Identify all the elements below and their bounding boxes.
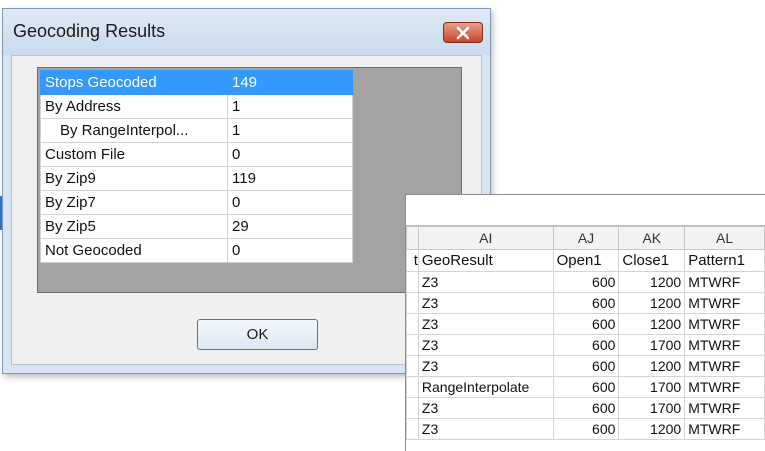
- table-cell[interactable]: Z3: [417, 334, 554, 356]
- table-cell[interactable]: MTWRF: [684, 376, 765, 398]
- table-cell[interactable]: MTWRF: [684, 313, 765, 335]
- table-cell[interactable]: 600: [552, 334, 620, 356]
- result-value: 0: [227, 190, 353, 215]
- table-cell[interactable]: 600: [552, 355, 620, 377]
- table-cell[interactable]: 1700: [618, 334, 686, 356]
- column-header-aj[interactable]: AJ: [552, 226, 620, 250]
- spreadsheet-grid: AI AJ AK AL t GeoResult Open1 Close1 Pat…: [406, 226, 765, 440]
- cell-header-pattern1[interactable]: Pattern1: [684, 249, 765, 272]
- cell-header-fragment[interactable]: t: [406, 249, 419, 272]
- table-cell[interactable]: 1700: [618, 397, 686, 419]
- table-cell[interactable]: MTWRF: [684, 292, 765, 314]
- close-icon: [456, 26, 470, 39]
- result-row[interactable]: By RangeInterpol... 1: [40, 118, 353, 143]
- result-label: By Zip7: [40, 190, 228, 215]
- table-cell[interactable]: 600: [552, 397, 620, 419]
- result-value: 0: [227, 238, 353, 263]
- table-row: Z3 600 1700 MTWRF: [406, 334, 765, 356]
- table-cell[interactable]: RangeInterpolate: [417, 376, 554, 398]
- column-header-al[interactable]: AL: [684, 226, 765, 250]
- spreadsheet-table: AI AJ AK AL t GeoResult Open1 Close1 Pat…: [406, 226, 765, 440]
- result-label: Stops Geocoded: [40, 70, 228, 95]
- result-label: By Zip9: [40, 166, 228, 191]
- table-cell[interactable]: 600: [552, 292, 620, 314]
- column-header-ak[interactable]: AK: [618, 226, 686, 250]
- close-button[interactable]: [443, 22, 483, 43]
- column-header-ai[interactable]: AI: [417, 226, 554, 250]
- result-value: 1: [227, 118, 353, 143]
- table-cell[interactable]: MTWRF: [684, 334, 765, 356]
- table-row: Z3 600 1200 MTWRF: [406, 292, 765, 314]
- cell-cut-column[interactable]: [406, 376, 419, 398]
- result-value: 119: [227, 166, 353, 191]
- table-row: Z3 600 1200 MTWRF: [406, 313, 765, 335]
- table-cell[interactable]: 600: [552, 313, 620, 335]
- result-row[interactable]: By Zip7 0: [40, 190, 353, 215]
- dialog-title: Geocoding Results: [13, 21, 166, 41]
- spreadsheet-window: AI AJ AK AL t GeoResult Open1 Close1 Pat…: [405, 194, 765, 451]
- result-label: By RangeInterpol...: [40, 118, 228, 143]
- result-row[interactable]: Not Geocoded 0: [40, 238, 353, 263]
- table-cell[interactable]: Z3: [417, 271, 554, 293]
- result-label: By Address: [40, 94, 228, 119]
- cell-header-georesult[interactable]: GeoResult: [417, 249, 554, 272]
- table-cell[interactable]: 1200: [618, 292, 686, 314]
- cell-cut-column[interactable]: [406, 334, 419, 356]
- cell-cut-column[interactable]: [406, 355, 419, 377]
- column-header-cut[interactable]: [406, 226, 419, 250]
- result-value: 29: [227, 214, 353, 239]
- spreadsheet-toolbar: [406, 195, 765, 226]
- table-row: RangeInterpolate 600 1700 MTWRF: [406, 376, 765, 398]
- field-header-row: t GeoResult Open1 Close1 Pattern1: [406, 249, 765, 272]
- table-cell[interactable]: Z3: [417, 397, 554, 419]
- ok-button[interactable]: OK: [197, 319, 318, 350]
- table-cell[interactable]: 1200: [618, 355, 686, 377]
- results-table: Stops Geocoded 149 By Address 1 By RangeInte…: [40, 70, 353, 263]
- table-cell[interactable]: Z3: [417, 355, 554, 377]
- table-row: Z3 600 1200 MTWRF: [406, 355, 765, 377]
- table-row: Z3 600 1200 MTWRF: [406, 271, 765, 293]
- table-cell[interactable]: 1200: [618, 313, 686, 335]
- result-value: 149: [227, 70, 353, 95]
- cell-header-open1[interactable]: Open1: [552, 249, 620, 272]
- table-cell[interactable]: Z3: [417, 313, 554, 335]
- cell-cut-column[interactable]: [406, 292, 419, 314]
- column-header-row: AI AJ AK AL: [406, 226, 765, 250]
- table-cell[interactable]: 600: [552, 271, 620, 293]
- table-row: Z3 600 1700 MTWRF: [406, 397, 765, 419]
- result-row[interactable]: Stops Geocoded 149: [40, 70, 353, 95]
- table-cell[interactable]: 1700: [618, 376, 686, 398]
- table-cell[interactable]: 600: [552, 376, 620, 398]
- result-label: By Zip5: [40, 214, 228, 239]
- table-cell[interactable]: MTWRF: [684, 418, 765, 440]
- cell-cut-column[interactable]: [406, 418, 419, 440]
- result-label: Custom File: [40, 142, 228, 167]
- cell-cut-column[interactable]: [406, 313, 419, 335]
- table-cell[interactable]: Z3: [417, 292, 554, 314]
- result-row[interactable]: By Address 1: [40, 94, 353, 119]
- table-cell[interactable]: 600: [552, 418, 620, 440]
- results-grid: Stops Geocoded 149 By Address 1 By RangeInte…: [37, 67, 462, 293]
- table-cell[interactable]: MTWRF: [684, 271, 765, 293]
- result-row[interactable]: Custom File 0: [40, 142, 353, 167]
- table-cell[interactable]: 1200: [618, 418, 686, 440]
- result-value: 0: [227, 142, 353, 167]
- result-row[interactable]: By Zip5 29: [40, 214, 353, 239]
- cell-cut-column[interactable]: [406, 271, 419, 293]
- table-row: Z3 600 1200 MTWRF: [406, 418, 765, 440]
- cell-cut-column[interactable]: [406, 397, 419, 419]
- result-row[interactable]: By Zip9 119: [40, 166, 353, 191]
- table-cell[interactable]: MTWRF: [684, 397, 765, 419]
- result-label: Not Geocoded: [40, 238, 228, 263]
- cell-header-close1[interactable]: Close1: [618, 249, 686, 272]
- table-cell[interactable]: MTWRF: [684, 355, 765, 377]
- table-cell[interactable]: Z3: [417, 418, 554, 440]
- result-value: 1: [227, 94, 353, 119]
- table-cell[interactable]: 1200: [618, 271, 686, 293]
- dialog-title-bar[interactable]: Geocoding Results: [3, 9, 490, 55]
